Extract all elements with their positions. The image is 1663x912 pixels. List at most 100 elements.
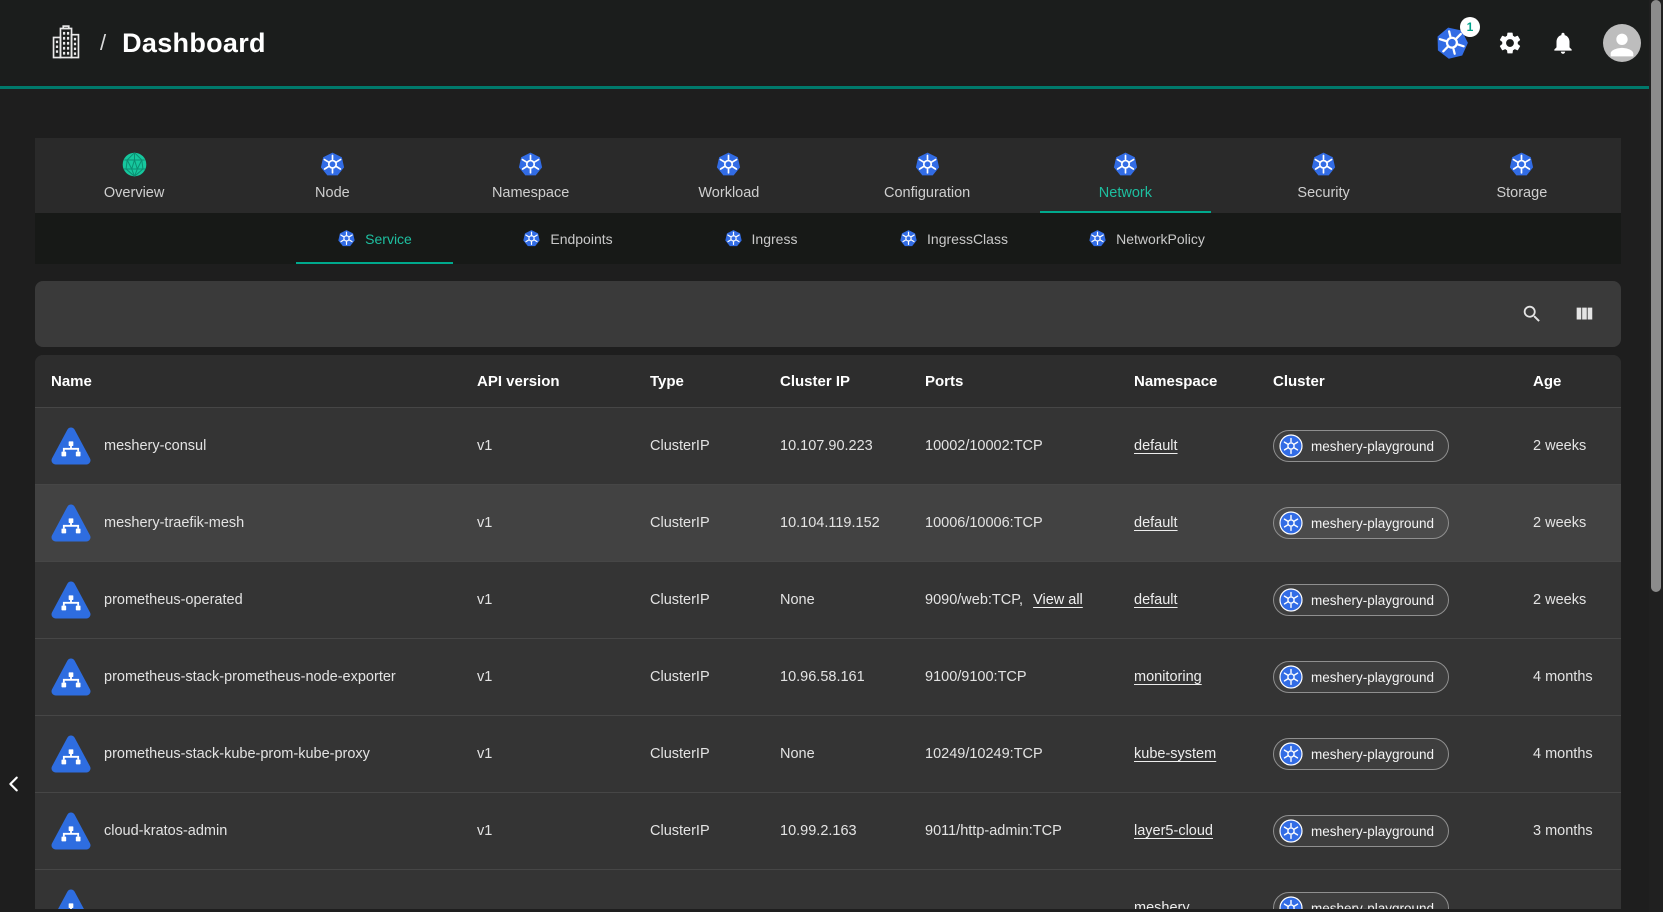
kubernetes-icon <box>1112 151 1139 178</box>
breadcrumb-separator: / <box>100 30 106 56</box>
namespace-link[interactable]: default <box>1134 592 1178 608</box>
network-sub-tabs: Service Endpoints Ingress IngressClass N… <box>35 213 1621 264</box>
cluster-ip: 10.104.119.152 <box>780 515 925 531</box>
api-version: v1 <box>477 823 650 839</box>
kubernetes-icon <box>1279 511 1303 535</box>
table-row[interactable]: prometheus-stack-kube-prom-kube-proxy v1… <box>35 715 1621 792</box>
cluster-chip[interactable]: meshery-playground <box>1273 661 1449 693</box>
kubernetes-icon <box>517 151 544 178</box>
table-toolbar <box>35 281 1621 347</box>
building-icon[interactable] <box>48 25 84 61</box>
age: 2 weeks <box>1533 438 1621 454</box>
namespace-link[interactable]: meshery <box>1134 900 1190 909</box>
cluster-ip: None <box>780 746 925 762</box>
service-type: ClusterIP <box>650 746 780 762</box>
subtab-service[interactable]: Service <box>278 213 471 264</box>
settings-button[interactable] <box>1497 30 1523 56</box>
table-row[interactable]: meshery-consul v1 ClusterIP 10.107.90.22… <box>35 407 1621 484</box>
service-type: ClusterIP <box>650 669 780 685</box>
kubernetes-icon <box>914 151 941 178</box>
tab-node[interactable]: Node <box>233 138 431 213</box>
tab-configuration[interactable]: Configuration <box>828 138 1026 213</box>
view-columns-button[interactable] <box>1573 303 1595 325</box>
subtab-endpoints[interactable]: Endpoints <box>471 213 664 264</box>
cluster-count-badge: 1 <box>1460 17 1480 37</box>
namespace-link[interactable]: default <box>1134 438 1178 454</box>
table-header-row: Name API version Type Cluster IP Ports N… <box>35 355 1621 407</box>
api-version: v1 <box>477 669 650 685</box>
tab-overview[interactable]: Overview <box>35 138 233 213</box>
kubernetes-icon <box>1279 588 1303 612</box>
resource-tabs: Overview Node Namespace Workload Configu… <box>35 138 1621 213</box>
service-name: prometheus-stack-prometheus-node-exporte… <box>104 669 396 685</box>
table-row[interactable]: cloud-kratos-admin v1 ClusterIP 10.99.2.… <box>35 792 1621 869</box>
service-type: ClusterIP <box>650 438 780 454</box>
table-row[interactable]: prometheus-stack-prometheus-node-exporte… <box>35 638 1621 715</box>
cluster-ip: 10.99.2.163 <box>780 823 925 839</box>
cluster-chip[interactable]: meshery-playground <box>1273 738 1449 770</box>
service-icon <box>51 811 91 851</box>
kubernetes-icon <box>337 229 356 248</box>
bell-icon <box>1550 30 1576 56</box>
kubernetes-icon <box>319 151 346 178</box>
service-name: meshery-traefik-mesh <box>104 515 244 531</box>
chevron-left-icon <box>4 774 24 794</box>
kubernetes-icon <box>724 229 743 248</box>
avatar[interactable] <box>1603 24 1641 62</box>
col-header-namespace: Namespace <box>1134 373 1273 390</box>
api-version: v1 <box>477 438 650 454</box>
namespace-link[interactable]: layer5-cloud <box>1134 823 1213 839</box>
age: 4 months <box>1533 746 1621 762</box>
cluster-chip[interactable]: meshery-playground <box>1273 507 1449 539</box>
view-all-link[interactable]: View all <box>1033 592 1083 608</box>
api-version: v1 <box>477 746 650 762</box>
breadcrumb: / Dashboard <box>48 25 266 61</box>
tab-workload[interactable]: Workload <box>630 138 828 213</box>
tab-network[interactable]: Network <box>1026 138 1224 213</box>
kubernetes-cluster-button[interactable]: 1 <box>1434 25 1470 61</box>
kubernetes-icon <box>1310 151 1337 178</box>
cluster-chip[interactable]: meshery-playground <box>1273 892 1449 909</box>
kubernetes-icon <box>522 229 541 248</box>
cluster-ip: 10.96.58.161 <box>780 669 925 685</box>
ports: 10249/10249:TCP <box>925 746 1043 762</box>
cluster-chip[interactable]: meshery-playground <box>1273 815 1449 847</box>
api-version: v1 <box>477 592 650 608</box>
tab-security[interactable]: Security <box>1225 138 1423 213</box>
cluster-chip[interactable]: meshery-playground <box>1273 430 1449 462</box>
table-row[interactable]: meshery meshery-playground <box>35 869 1621 909</box>
page-scrollbar <box>1649 0 1663 912</box>
service-name: prometheus-operated <box>104 592 243 608</box>
service-name: prometheus-stack-kube-prom-kube-proxy <box>104 746 370 762</box>
sidebar-collapse-button[interactable] <box>0 766 32 802</box>
api-version: v1 <box>477 515 650 531</box>
service-name: cloud-kratos-admin <box>104 823 227 839</box>
namespace-link[interactable]: default <box>1134 515 1178 531</box>
notifications-button[interactable] <box>1550 30 1576 56</box>
age: 3 months <box>1533 823 1621 839</box>
table-row[interactable]: meshery-traefik-mesh v1 ClusterIP 10.104… <box>35 484 1621 561</box>
ports: 9090/web:TCP, <box>925 592 1023 608</box>
age: 4 months <box>1533 669 1621 685</box>
scrollbar-thumb[interactable] <box>1651 0 1661 592</box>
kubernetes-icon <box>715 151 742 178</box>
col-header-ports: Ports <box>925 373 1134 390</box>
table-row[interactable]: prometheus-operated v1 ClusterIP None 90… <box>35 561 1621 638</box>
service-icon <box>51 503 91 543</box>
kubernetes-icon <box>1279 742 1303 766</box>
subtab-ingress[interactable]: Ingress <box>664 213 857 264</box>
subtab-ingressclass[interactable]: IngressClass <box>857 213 1050 264</box>
col-header-cluster: Cluster <box>1273 373 1533 390</box>
col-header-name: Name <box>51 373 477 390</box>
namespace-link[interactable]: monitoring <box>1134 669 1202 685</box>
tab-namespace[interactable]: Namespace <box>432 138 630 213</box>
age: 2 weeks <box>1533 592 1621 608</box>
tab-storage[interactable]: Storage <box>1423 138 1621 213</box>
subtab-networkpolicy[interactable]: NetworkPolicy <box>1050 213 1243 264</box>
ports: 10006/10006:TCP <box>925 515 1043 531</box>
service-icon <box>51 888 91 909</box>
namespace-link[interactable]: kube-system <box>1134 746 1216 762</box>
kubernetes-icon <box>1279 819 1303 843</box>
search-button[interactable] <box>1521 303 1543 325</box>
cluster-chip[interactable]: meshery-playground <box>1273 584 1449 616</box>
